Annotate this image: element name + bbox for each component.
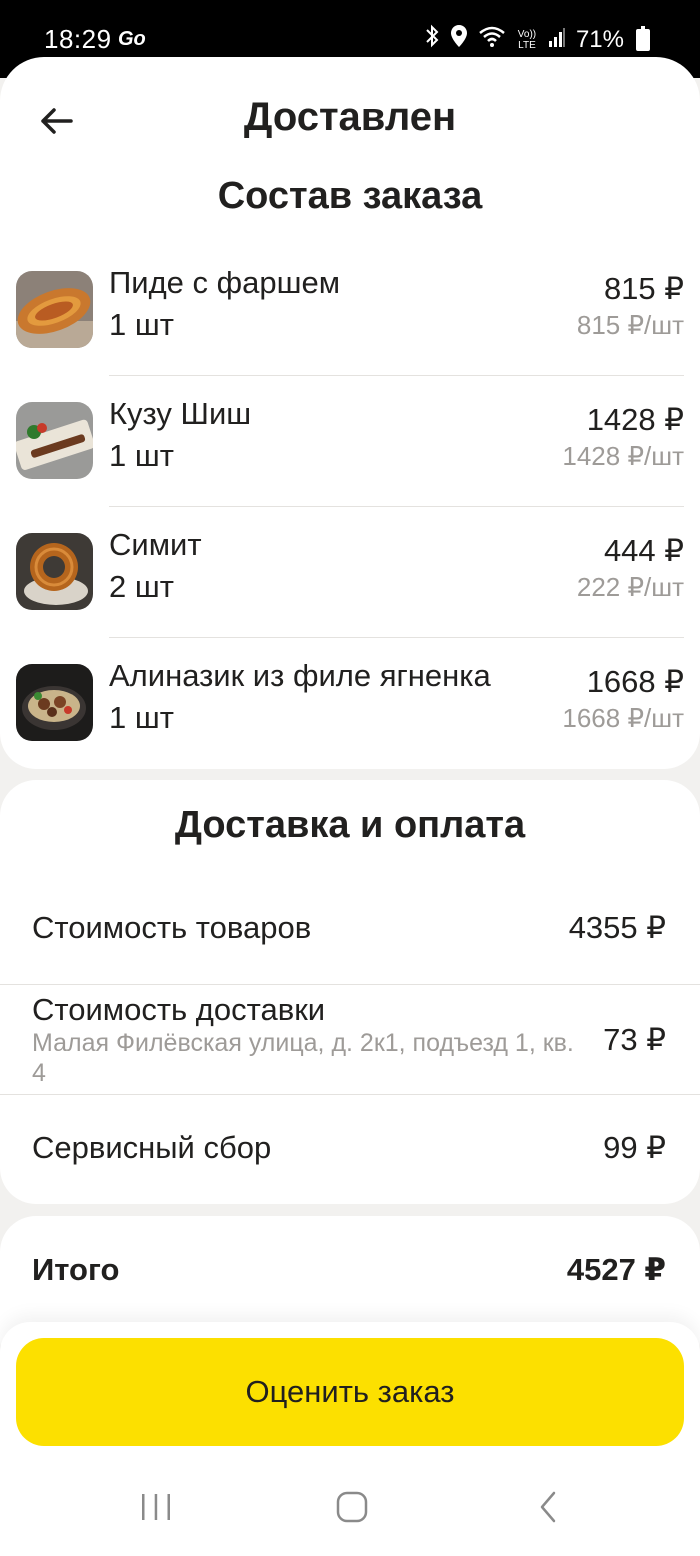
service-fee-value: 99 ₽ [603,1130,666,1165]
home-icon [336,1491,368,1523]
item-name: Алиназик из филе ягненка [109,658,491,693]
total-label: Итого [32,1252,120,1287]
battery-percent: 71% [575,25,624,53]
goods-cost-label: Стоимость товаров [32,910,312,945]
delivery-address: Малая Филёвская улица, д. 2к1, подъезд 1… [32,1029,574,1087]
order-sheet: Доставлен Состав заказа Пиде с фаршем 1 … [0,57,700,769]
order-section-title: Состав заказа [217,175,483,217]
signal-icon [548,26,566,54]
recent-apps-button[interactable] [116,1472,196,1542]
delivery-section-title: Доставка и оплата [174,804,526,846]
item-unit-price: 815 ₽/шт [576,310,684,340]
alinazik-thumbnail [16,664,93,741]
system-nav-bar [0,1472,700,1542]
item-name: Пиде с фаршем [109,265,341,300]
volte-icon: Vo)) LTE [517,28,537,51]
order-item[interactable]: Алиназик из филе ягненка 1 шт 1668 ₽ 166… [0,638,700,769]
go-icon: Go [118,28,146,50]
divider [0,1094,700,1095]
item-name: Симит [109,527,202,562]
item-unit-price: 222 ₽/шт [576,572,684,602]
order-item[interactable]: Кузу Шиш 1 шт 1428 ₽ 1428 ₽/шт [0,376,700,507]
delivery-payment-card: Доставка и оплата Стоимость товаров 4355… [0,780,700,1204]
delivery-cost-label: Стоимость доставки [32,992,326,1027]
service-fee-label: Сервисный сбор [32,1130,272,1165]
item-unit-price: 1428 ₽/шт [562,441,684,471]
divider [0,984,700,985]
item-qty: 1 шт [109,700,174,735]
page-title: Доставлен [243,95,457,139]
simit-thumbnail [16,533,93,610]
bluetooth-icon [424,24,440,55]
kuzu-shish-thumbnail [16,402,93,479]
system-back-button[interactable] [508,1472,588,1542]
status-time: 18:29 [44,24,112,54]
status-icons: Vo)) LTE 71% [424,24,650,55]
bottom-panel: Оценить заказ [0,1322,700,1556]
battery-icon [636,25,650,51]
item-qty: 1 шт [109,438,174,473]
item-price: 1428 ₽ [586,402,684,437]
item-price: 444 ₽ [603,533,684,568]
order-item[interactable]: Симит 2 шт 444 ₽ 222 ₽/шт [0,507,700,638]
home-button[interactable] [312,1472,392,1542]
rate-order-button[interactable]: Оценить заказ [16,1338,684,1446]
recent-apps-icon [142,1494,170,1520]
item-price: 1668 ₽ [586,664,684,699]
item-qty: 2 шт [109,569,174,604]
order-item[interactable]: Пиде с фаршем 1 шт 815 ₽ 815 ₽/шт [0,245,700,376]
item-name: Кузу Шиш [109,396,252,431]
pide-thumbnail [16,271,93,348]
total-value: 4527 ₽ [566,1252,666,1287]
wifi-icon [478,25,506,54]
chevron-left-icon [540,1491,556,1523]
item-qty: 1 шт [109,307,174,342]
location-icon [450,24,468,55]
item-price: 815 ₽ [603,271,684,306]
goods-cost-value: 4355 ₽ [568,910,666,945]
item-unit-price: 1668 ₽/шт [562,703,684,733]
delivery-cost-value: 73 ₽ [603,1022,666,1057]
